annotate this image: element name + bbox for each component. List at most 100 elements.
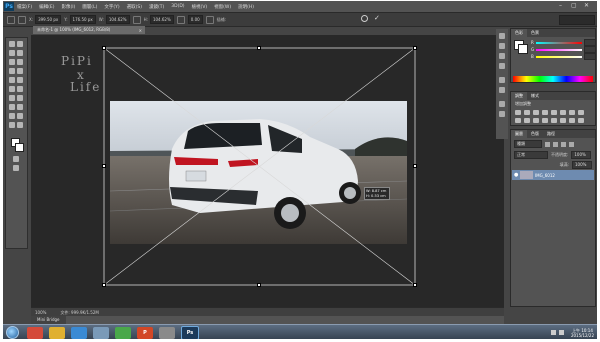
menu-filter[interactable]: 濾鏡(T) <box>149 4 164 10</box>
w-field[interactable]: 104.62% <box>105 15 130 24</box>
menu-window[interactable]: 視窗(W) <box>214 4 231 10</box>
menu-type[interactable]: 文字(Y) <box>104 4 119 10</box>
curves-icon[interactable] <box>533 110 539 115</box>
brightness-icon[interactable] <box>515 110 521 115</box>
reference-point-icon[interactable] <box>18 15 26 24</box>
menu-help[interactable]: 說明(H) <box>238 4 254 10</box>
gradient-map-icon[interactable] <box>569 118 575 123</box>
commit-icon[interactable]: ✓ <box>374 14 380 22</box>
minimize-button[interactable]: – <box>559 2 562 9</box>
levels-icon[interactable] <box>524 110 530 115</box>
filter-type-icon[interactable] <box>561 141 566 147</box>
filter-adjust-icon[interactable] <box>553 141 558 147</box>
document-tab[interactable]: 未命名-1 @ 100% (IMG_6012, RGB/8) × <box>33 26 145 34</box>
transform-handle-top[interactable] <box>257 46 261 50</box>
blur-tool-icon[interactable] <box>9 95 15 101</box>
h-field[interactable]: 104.62% <box>149 15 174 24</box>
transform-handle-right[interactable] <box>413 164 417 168</box>
angle-field[interactable]: 0.00 <box>187 15 203 24</box>
transform-handle-bottom-right[interactable] <box>413 283 417 287</box>
bw-icon[interactable] <box>578 110 584 115</box>
transform-handle-bottom[interactable] <box>257 283 261 287</box>
blend-mode-dropdown[interactable]: 正常 <box>514 151 548 159</box>
threshold-icon[interactable] <box>560 118 566 123</box>
color-spectrum[interactable] <box>513 76 593 82</box>
color-balance-icon[interactable] <box>569 110 575 115</box>
screen-mode-icon[interactable] <box>13 165 19 171</box>
clock[interactable]: 上午 10:14 2015/12/22 <box>571 328 594 338</box>
menu-layer[interactable]: 圖層(L) <box>82 4 97 10</box>
document-info[interactable]: 文件: 999.9K/1.52M <box>60 310 98 316</box>
tab-color[interactable]: 色彩 <box>511 29 527 37</box>
taskbar-browser[interactable] <box>159 326 175 339</box>
info-panel-icon[interactable] <box>499 111 505 117</box>
taskbar-photoshop[interactable]: Ps <box>181 325 199 339</box>
zoom-tool-icon[interactable] <box>17 122 23 128</box>
link-icon[interactable] <box>132 15 141 24</box>
taskbar-powerpoint[interactable]: P <box>137 326 153 339</box>
tray-volume-icon[interactable] <box>558 330 564 335</box>
zoom-level[interactable]: 100% <box>35 310 46 315</box>
eyedropper-tool-icon[interactable] <box>17 59 23 65</box>
tab-styles[interactable]: 樣式 <box>527 92 543 100</box>
hand-tool-icon[interactable] <box>9 122 15 128</box>
photo-filter-icon[interactable] <box>515 118 521 123</box>
lookup-icon[interactable] <box>533 118 539 123</box>
tab-paths[interactable]: 路徑 <box>543 130 559 138</box>
selective-color-icon[interactable] <box>578 118 584 123</box>
workspace-selector[interactable] <box>559 15 595 25</box>
menu-3d[interactable]: 3D(D) <box>171 4 184 9</box>
history-panel-icon[interactable] <box>499 33 505 39</box>
opacity-field[interactable]: 100% <box>571 151 592 159</box>
vibrance-icon[interactable] <box>551 110 557 115</box>
menu-image[interactable]: 影像(I) <box>61 4 75 10</box>
actions-panel-icon[interactable] <box>499 101 505 107</box>
shape-tool-icon[interactable] <box>17 113 23 119</box>
maximize-button[interactable]: ▢ <box>571 2 577 9</box>
history-brush-tool-icon[interactable] <box>17 77 23 83</box>
close-document-icon[interactable]: × <box>139 28 142 33</box>
pen-tool-icon[interactable] <box>9 104 15 110</box>
posterize-icon[interactable] <box>551 118 557 123</box>
tab-layers[interactable]: 圖層 <box>511 130 527 138</box>
invert-icon[interactable] <box>542 118 548 123</box>
tab-channels[interactable]: 色版 <box>527 130 543 138</box>
layer-row[interactable]: ● IMG_6012 <box>512 170 594 180</box>
transform-handle-bottom-left[interactable] <box>102 283 106 287</box>
exposure-icon[interactable] <box>542 110 548 115</box>
move-tool-icon[interactable] <box>9 41 15 47</box>
visibility-eye-icon[interactable]: ● <box>514 172 518 178</box>
gradient-tool-icon[interactable] <box>17 86 23 92</box>
filter-shape-icon[interactable] <box>569 141 574 147</box>
taskbar-media[interactable] <box>71 326 87 339</box>
properties-panel-icon[interactable] <box>499 43 505 49</box>
lasso-tool-icon[interactable] <box>9 50 15 56</box>
magic-wand-tool-icon[interactable] <box>17 50 23 56</box>
menu-file[interactable]: 檔案(F) <box>17 4 32 10</box>
channel-mixer-icon[interactable] <box>524 118 530 123</box>
path-select-tool-icon[interactable] <box>9 113 15 119</box>
hue-icon[interactable] <box>560 110 566 115</box>
mini-bridge-tab[interactable]: Mini Bridge <box>31 316 66 324</box>
healing-tool-icon[interactable] <box>9 68 15 74</box>
paragraph-panel-icon[interactable] <box>499 63 505 69</box>
tab-swatches[interactable]: 色票 <box>527 29 543 37</box>
slider-green[interactable]: G <box>511 46 597 53</box>
canvas-area[interactable]: PiPi x Life W: 8.87 cm H: 0.53 cm <box>31 35 504 307</box>
clone-source-panel-icon[interactable] <box>499 87 505 93</box>
close-button[interactable]: ✕ <box>584 2 589 9</box>
character-panel-icon[interactable] <box>499 53 505 59</box>
brush-tool-icon[interactable] <box>17 68 23 74</box>
taskbar-window[interactable] <box>93 326 109 339</box>
slider-blue[interactable]: B <box>511 53 597 60</box>
layer-name[interactable]: IMG_6012 <box>535 173 555 178</box>
taskbar-messenger[interactable] <box>115 326 131 339</box>
tray-network-icon[interactable] <box>550 330 556 335</box>
transform-bounding-box[interactable] <box>31 35 504 307</box>
layer-filter-dropdown[interactable]: 種類 <box>514 140 542 148</box>
tab-adjustments[interactable]: 調整 <box>511 92 527 100</box>
clone-stamp-tool-icon[interactable] <box>9 77 15 83</box>
x-field[interactable]: 399.50 px <box>35 15 62 24</box>
taskbar-explorer[interactable] <box>49 326 65 339</box>
filter-pixel-icon[interactable] <box>545 141 550 147</box>
